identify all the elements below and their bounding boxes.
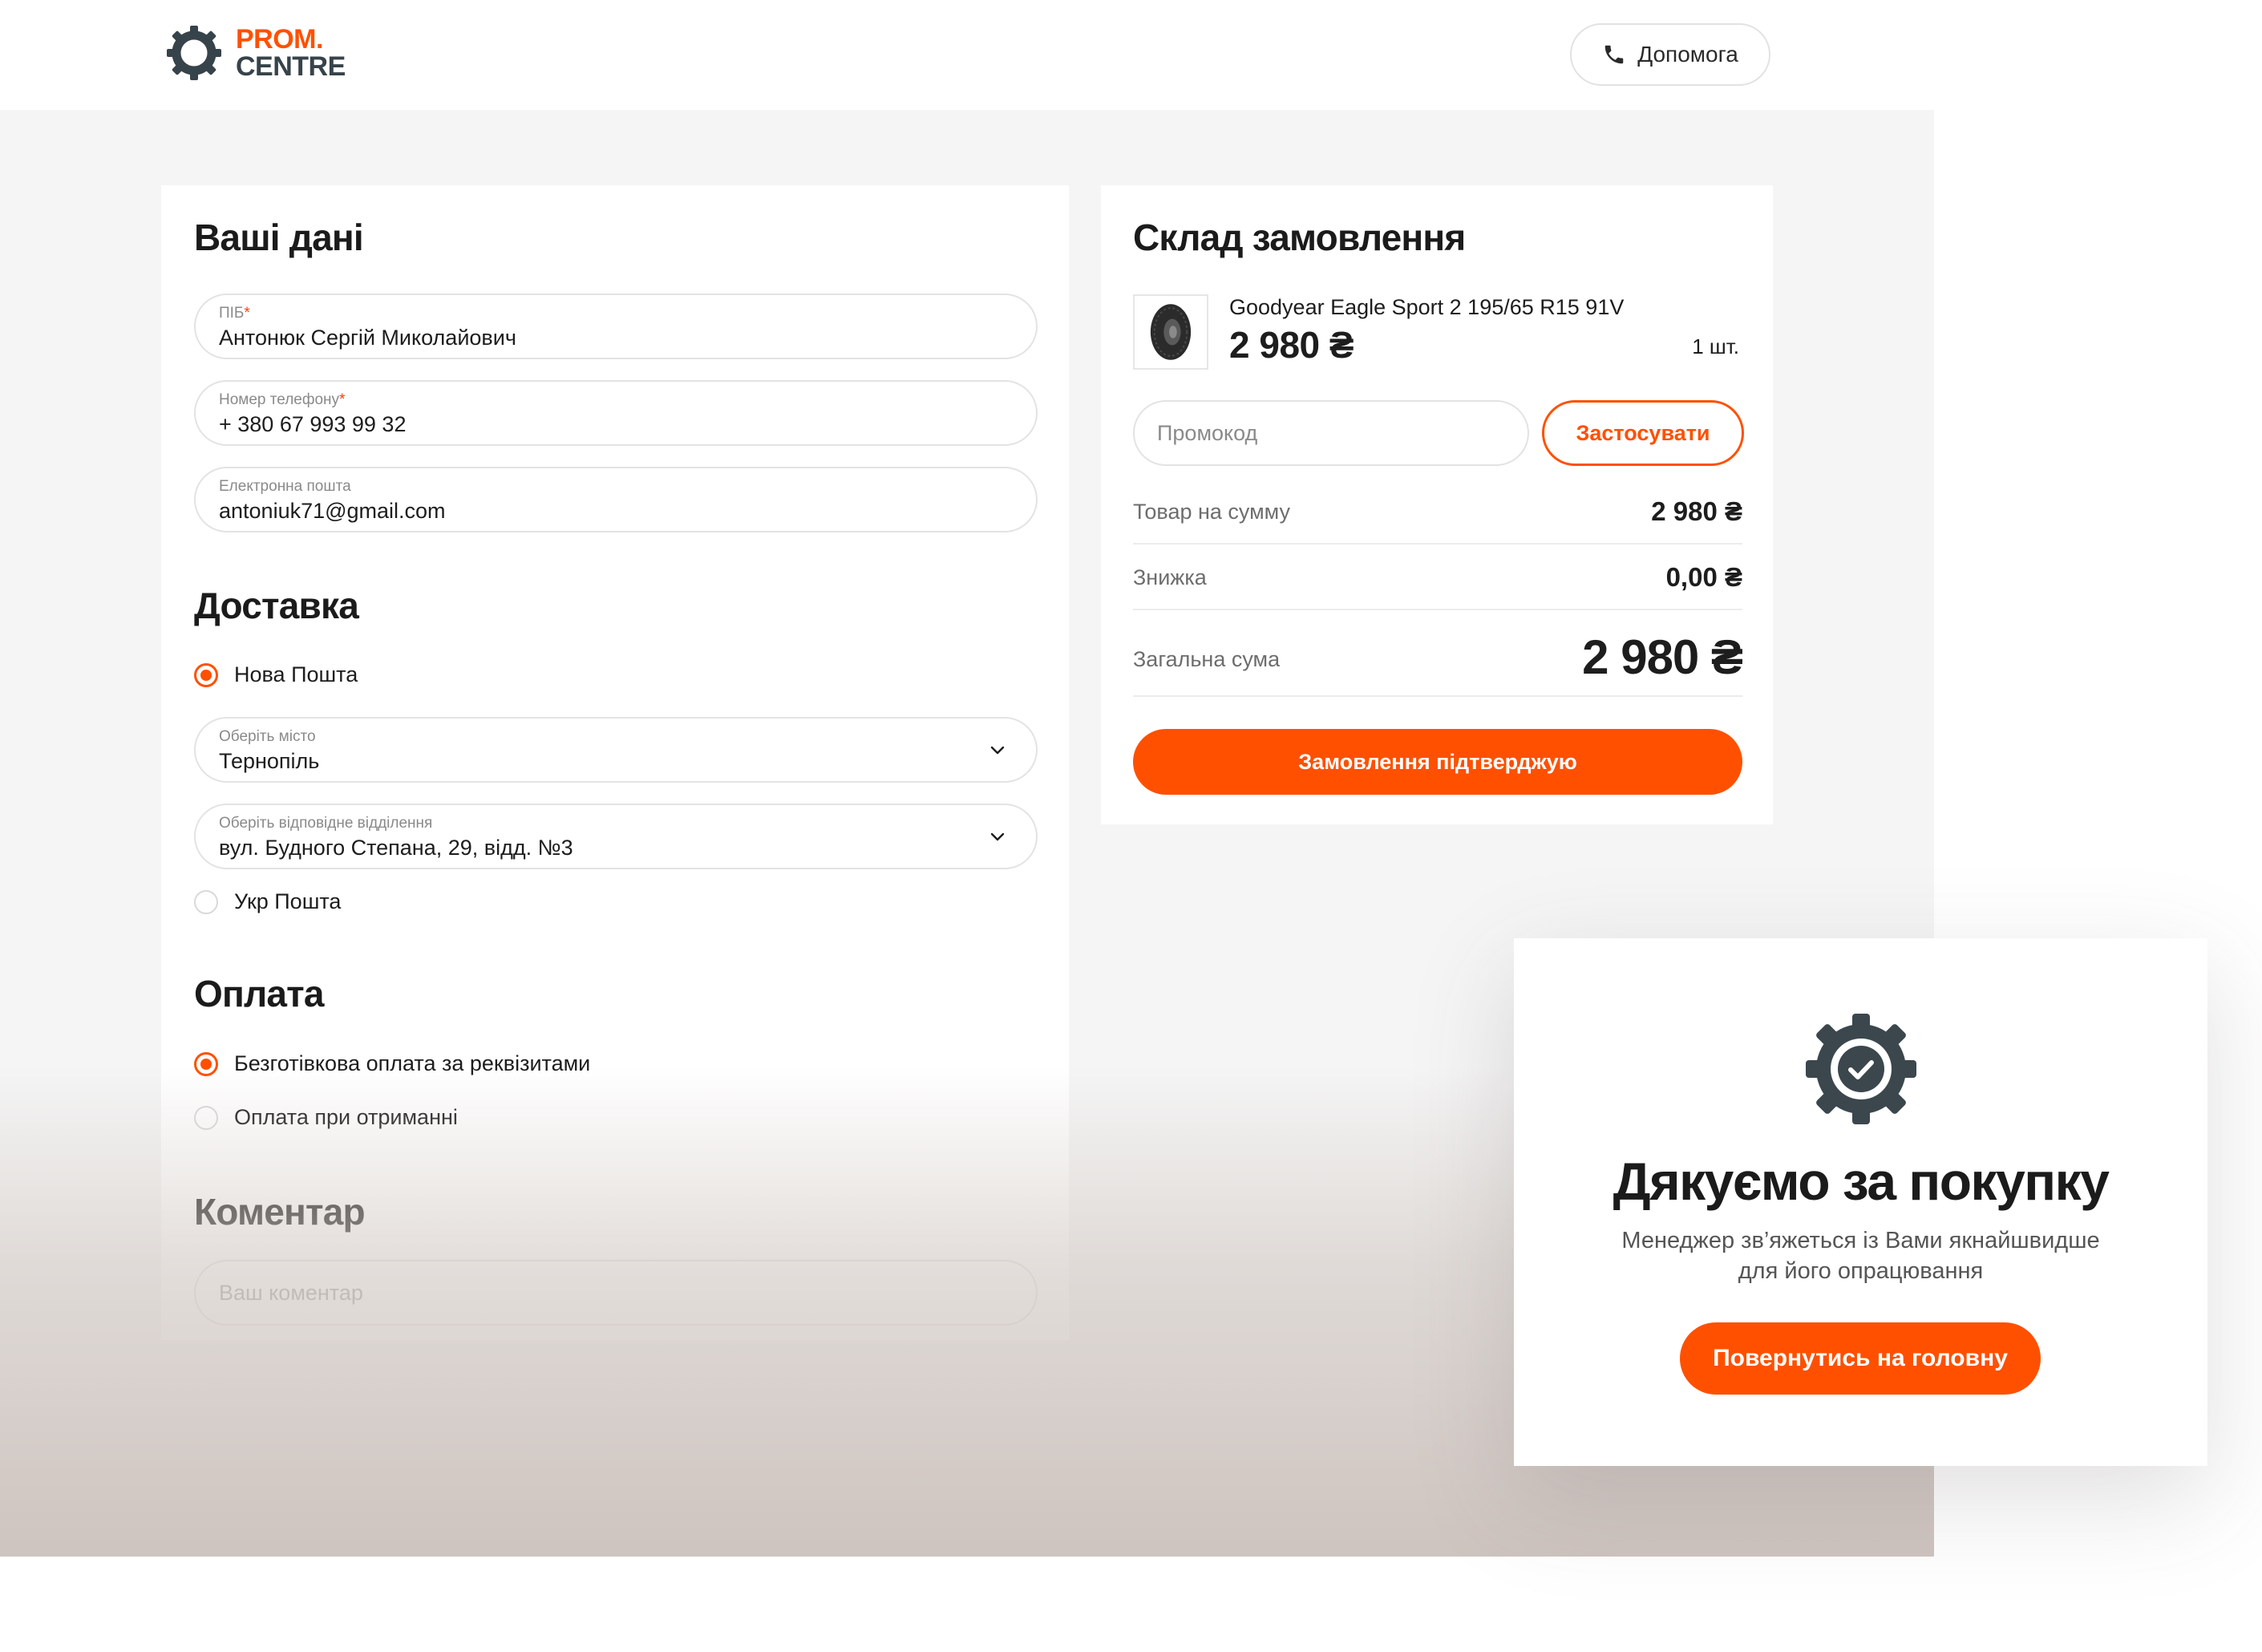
radio-selected-icon bbox=[194, 662, 218, 687]
total-label: Загальна сума bbox=[1133, 647, 1281, 671]
email-field[interactable]: Електронна пошта antoniuk71@gmail.com bbox=[194, 467, 1038, 532]
email-label: Електронна пошта bbox=[219, 478, 351, 495]
modal-subtitle-line: Менеджер зв’яжеться із Вами якнайшвидше bbox=[1621, 1228, 2100, 1253]
customer-form-card: Ваші дані ПІБ* Антонюк Сергій Миколайови… bbox=[161, 185, 1069, 1340]
phone-value: + 380 67 993 99 32 bbox=[219, 412, 407, 436]
city-select[interactable]: Оберіть місто Тернопіль bbox=[194, 717, 1038, 783]
branch-select[interactable]: Оберіть відповідне відділення вул. Будно… bbox=[194, 804, 1038, 869]
apply-promo-button[interactable]: Застосувати bbox=[1542, 400, 1744, 466]
payment-section-title: Оплата bbox=[194, 973, 324, 1014]
discount-row: Знижка 0,00 ₴ bbox=[1133, 562, 1742, 610]
help-label: Допомога bbox=[1637, 42, 1738, 67]
gear-check-icon bbox=[1806, 1014, 1916, 1124]
total-row: Загальна сума 2 980 ₴ bbox=[1133, 623, 1743, 697]
discount-label: Знижка bbox=[1133, 565, 1207, 589]
email-value: antoniuk71@gmail.com bbox=[219, 499, 446, 523]
full-name-value: Антонюк Сергій Миколайович bbox=[219, 326, 516, 350]
radio-unselected-icon bbox=[194, 1105, 218, 1130]
branch-select-value: вул. Будного Степана, 29, відд. №3 bbox=[219, 836, 573, 860]
logo[interactable]: PROM. CENTRE bbox=[167, 26, 346, 80]
required-mark: * bbox=[339, 391, 346, 408]
comment-input[interactable]: Ваш коментар bbox=[194, 1260, 1038, 1326]
order-section-title: Склад замовлення bbox=[1133, 217, 1466, 258]
full-name-field[interactable]: ПІБ* Антонюк Сергій Миколайович bbox=[194, 294, 1038, 359]
payment-option-on-delivery[interactable]: Оплата при отриманні bbox=[194, 1105, 458, 1130]
customer-section-title: Ваші дані bbox=[194, 217, 364, 258]
delivery-option-label: Укр Пошта bbox=[234, 889, 342, 913]
modal-title: Дякуємо за покупку bbox=[1613, 1152, 2110, 1211]
product-thumbnail[interactable] bbox=[1133, 294, 1208, 370]
phone-label: Номер телефону bbox=[219, 391, 340, 408]
branch-select-label: Оберіть відповідне відділення bbox=[219, 815, 433, 832]
radio-selected-icon bbox=[194, 1051, 218, 1076]
product-price: 2 980 ₴ bbox=[1229, 324, 1354, 366]
delivery-option-nova-poshta[interactable]: Нова Пошта bbox=[194, 662, 358, 687]
confirm-order-button[interactable]: Замовлення підтверджую bbox=[1133, 729, 1742, 795]
tire-icon bbox=[1150, 304, 1192, 360]
payment-option-label: Оплата при отриманні bbox=[234, 1105, 458, 1129]
phone-field[interactable]: Номер телефону* + 380 67 993 99 32 bbox=[194, 380, 1038, 446]
subtotal-value: 2 980 ₴ bbox=[1651, 496, 1742, 526]
delivery-section-title: Доставка bbox=[194, 585, 359, 626]
comment-placeholder: Ваш коментар bbox=[219, 1281, 363, 1305]
chevron-down-icon bbox=[990, 832, 1005, 841]
city-select-label: Оберіть місто bbox=[219, 728, 316, 745]
thank-you-modal: Дякуємо за покупку Менеджер зв’яжеться і… bbox=[1514, 938, 2207, 1466]
logo-text-prom: PROM. bbox=[236, 24, 323, 55]
product-quantity: 1 шт. bbox=[1692, 334, 1739, 358]
product-name[interactable]: Goodyear Eagle Sport 2 195/65 R15 91V bbox=[1229, 295, 1624, 320]
modal-subtitle-line: для його опрацювання bbox=[1738, 1258, 1984, 1284]
chevron-down-icon bbox=[990, 746, 1005, 755]
full-name-label: ПІБ bbox=[219, 305, 245, 322]
site-header: PROM. CENTRE Допомога bbox=[0, 0, 1934, 110]
discount-value: 0,00 ₴ bbox=[1665, 562, 1742, 592]
promo-code-input[interactable]: Промокод bbox=[1133, 400, 1529, 466]
subtotal-row: Товар на сумму 2 980 ₴ bbox=[1133, 496, 1742, 545]
order-summary-card: Склад замовлення Goodyear Eagle Sport 2 … bbox=[1101, 185, 1773, 824]
help-button[interactable]: Допомога bbox=[1570, 23, 1770, 86]
subtotal-label: Товар на сумму bbox=[1133, 500, 1291, 524]
comment-section-title: Коментар bbox=[194, 1191, 366, 1233]
phone-icon bbox=[1604, 45, 1624, 64]
total-value: 2 980 ₴ bbox=[1582, 630, 1743, 684]
back-to-home-button[interactable]: Повернутись на головну bbox=[1680, 1322, 2041, 1395]
delivery-option-label: Нова Пошта bbox=[234, 662, 358, 686]
required-mark: * bbox=[244, 305, 250, 322]
payment-option-label: Безготівкова оплата за реквізитами bbox=[234, 1051, 591, 1075]
delivery-option-ukr-poshta[interactable]: Укр Пошта bbox=[194, 889, 341, 914]
radio-unselected-icon bbox=[194, 889, 218, 914]
gear-ring-logo-icon bbox=[167, 26, 221, 80]
promo-code-placeholder: Промокод bbox=[1157, 421, 1258, 445]
city-select-value: Тернопіль bbox=[219, 749, 320, 773]
modal-subtitle: Менеджер зв’яжеться із Вами якнайшвидше … bbox=[1594, 1225, 2127, 1286]
payment-option-bank-transfer[interactable]: Безготівкова оплата за реквізитами bbox=[194, 1051, 590, 1076]
logo-text-centre: CENTRE bbox=[236, 51, 346, 82]
